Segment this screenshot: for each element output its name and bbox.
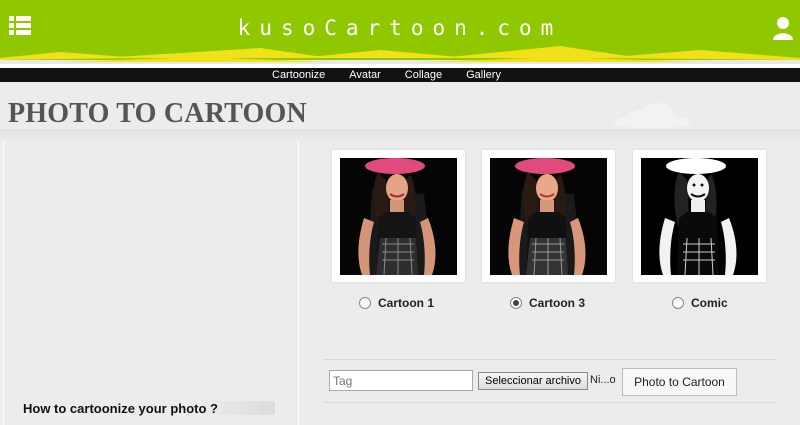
photo-to-cartoon-button[interactable]: Photo to Cartoon: [622, 368, 737, 396]
howto-heading[interactable]: How to cartoonize your photo ?: [18, 401, 275, 416]
cartoon-3-preview-image: [490, 158, 607, 275]
nav-gallery[interactable]: Gallery: [466, 68, 501, 83]
option-label: Cartoon 1: [378, 296, 435, 310]
radio-cartoon-3[interactable]: Cartoon 3: [510, 296, 585, 310]
site-logo[interactable]: kusoCartoon.com: [0, 16, 800, 40]
style-preview-comic[interactable]: [633, 150, 766, 282]
nav-collage[interactable]: Collage: [405, 68, 442, 83]
radio-circle[interactable]: [359, 297, 371, 309]
nav-avatar[interactable]: Avatar: [349, 68, 381, 83]
cartoon-1-preview-image: [340, 158, 457, 275]
title-divider: [0, 129, 800, 141]
radio-circle-selected[interactable]: [510, 297, 522, 309]
choose-file-button[interactable]: Seleccionar archivo: [478, 372, 588, 390]
user-icon[interactable]: [773, 16, 793, 40]
main-nav: Cartoonize Avatar Collage Gallery: [0, 66, 800, 82]
left-sidebar: [3, 141, 299, 425]
form-divider-top: [324, 359, 776, 360]
radio-circle[interactable]: [672, 297, 684, 309]
form-divider-bottom: [324, 402, 776, 403]
radio-comic[interactable]: Comic: [672, 296, 728, 310]
page-title: PHOTO TO CARTOON: [8, 98, 307, 129]
cloud-decoration: [614, 103, 690, 128]
nav-cartoonize[interactable]: Cartoonize: [272, 68, 325, 83]
option-label: Comic: [691, 296, 728, 310]
style-preview-cartoon-1[interactable]: [332, 150, 465, 282]
file-status-text: Ni...o: [590, 374, 616, 386]
comic-preview-image: [641, 158, 758, 275]
option-label: Cartoon 3: [529, 296, 586, 310]
radio-cartoon-1[interactable]: Cartoon 1: [359, 296, 434, 310]
howto-label: How to cartoonize your photo ?: [23, 401, 218, 416]
style-preview-cartoon-3[interactable]: [482, 150, 615, 282]
tag-input[interactable]: [329, 370, 473, 391]
